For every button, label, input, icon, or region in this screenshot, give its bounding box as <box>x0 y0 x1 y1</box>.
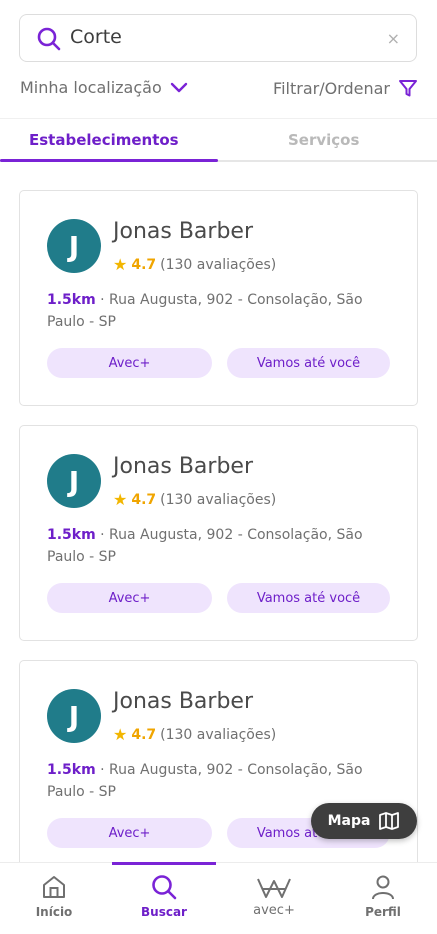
nav-home[interactable]: Início <box>2 863 106 934</box>
avatar: J <box>47 689 101 743</box>
rating-score: 4.7 <box>131 491 157 508</box>
tab-services[interactable]: Serviços <box>288 131 359 149</box>
avec-plus-tag[interactable]: Avec+ <box>47 818 212 848</box>
establishment-name: Jonas Barber <box>113 219 253 244</box>
address: 1.5km · Rua Augusta, 902 - Consolação, S… <box>47 289 377 333</box>
establishment-card[interactable]: J Jonas Barber ★ 4.7 (130 avaliações) 1.… <box>19 425 418 641</box>
distance: 1.5km <box>47 527 96 543</box>
star-icon: ★ <box>113 255 128 274</box>
nav-avec-plus[interactable]: avec+ <box>222 863 326 934</box>
home-icon <box>43 876 65 898</box>
location-selector[interactable]: Minha localização <box>20 78 188 97</box>
establishment-name: Jonas Barber <box>113 454 253 479</box>
nav-profile[interactable]: Perfil <box>331 863 435 934</box>
map-button-label: Mapa <box>327 813 371 829</box>
address: 1.5km · Rua Augusta, 902 - Consolação, S… <box>47 759 377 803</box>
star-icon: ★ <box>113 725 128 744</box>
filter-sort-button[interactable]: Filtrar/Ordenar <box>273 78 418 98</box>
review-count: (130 avaliações) <box>160 256 277 273</box>
filter-row: Minha localização Filtrar/Ordenar <box>20 78 418 102</box>
bottom-navigation: Início Buscar avec+ Perfil <box>0 862 437 934</box>
establishment-card[interactable]: J Jonas Barber ★ 4.7 (130 avaliações) 1.… <box>19 660 418 876</box>
search-bar[interactable]: Corte × <box>19 14 417 62</box>
avec-logo-icon <box>257 878 291 898</box>
search-icon <box>152 875 177 900</box>
rating: ★ 4.7 (130 avaliações) <box>113 725 276 744</box>
search-input[interactable]: Corte <box>70 26 122 48</box>
rating: ★ 4.7 (130 avaliações) <box>113 255 276 274</box>
rating-score: 4.7 <box>131 256 157 273</box>
avatar: J <box>47 454 101 508</box>
establishment-name: Jonas Barber <box>113 689 253 714</box>
address: 1.5km · Rua Augusta, 902 - Consolação, S… <box>47 524 377 568</box>
nav-search[interactable]: Buscar <box>112 862 216 934</box>
distance: 1.5km <box>47 292 96 308</box>
location-label: Minha localização <box>20 78 162 97</box>
nav-profile-label: Perfil <box>365 905 401 919</box>
nav-home-label: Início <box>35 905 73 919</box>
filter-icon <box>399 80 417 97</box>
tab-establishments[interactable]: Estabelecimentos <box>29 131 179 149</box>
avatar: J <box>47 219 101 273</box>
home-service-tag[interactable]: Vamos até você <box>227 583 390 613</box>
avec-plus-tag[interactable]: Avec+ <box>47 583 212 613</box>
filter-sort-label: Filtrar/Ordenar <box>273 78 390 98</box>
nav-avec-plus-label: avec+ <box>253 903 295 918</box>
star-icon: ★ <box>113 490 128 509</box>
map-button[interactable]: Mapa <box>311 803 417 839</box>
user-icon <box>372 875 394 900</box>
rating-score: 4.7 <box>131 726 157 743</box>
review-count: (130 avaliações) <box>160 726 277 743</box>
rating: ★ 4.7 (130 avaliações) <box>113 490 276 509</box>
establishment-card[interactable]: J Jonas Barber ★ 4.7 (130 avaliações) 1.… <box>19 190 418 406</box>
avec-plus-tag[interactable]: Avec+ <box>47 348 212 378</box>
active-tab-indicator <box>0 159 218 162</box>
nav-search-label: Buscar <box>141 905 187 919</box>
tab-bar: Estabelecimentos Serviços <box>0 118 437 162</box>
clear-search-icon[interactable]: × <box>387 29 400 49</box>
home-service-tag[interactable]: Vamos até você <box>227 348 390 378</box>
map-icon <box>379 812 400 830</box>
active-nav-indicator <box>112 862 216 865</box>
distance: 1.5km <box>47 762 96 778</box>
search-icon <box>37 27 61 51</box>
chevron-down-icon <box>170 82 187 92</box>
review-count: (130 avaliações) <box>160 491 277 508</box>
